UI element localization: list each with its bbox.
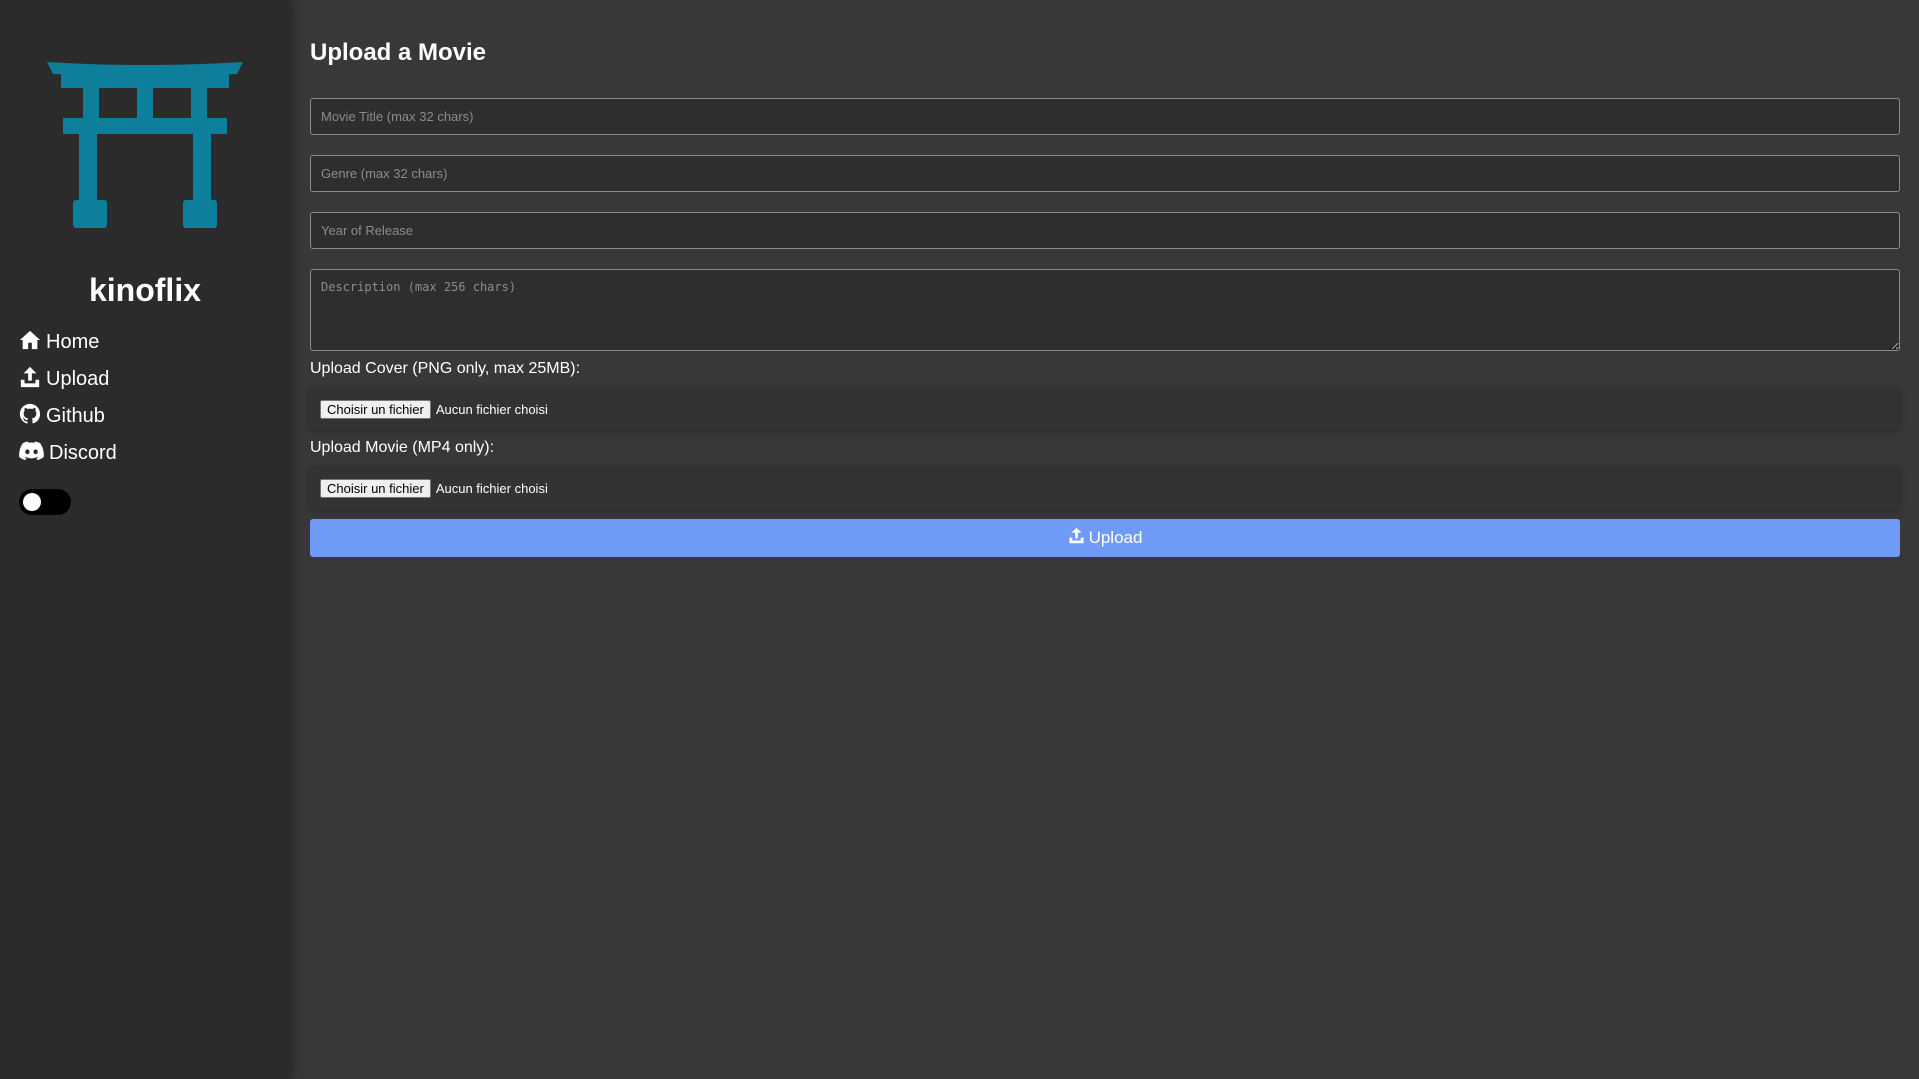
sidebar-item-home[interactable]: Home: [19, 324, 117, 361]
description-textarea[interactable]: [310, 269, 1900, 351]
sidebar-item-upload[interactable]: Upload: [19, 361, 117, 398]
github-icon: [19, 403, 46, 431]
sidebar: kinoflix Home Upload Github Discord: [0, 0, 290, 1079]
brand-name: kinoflix: [88, 272, 201, 308]
cover-file-input: Choisir un fichier Aucun fichier choisi: [310, 388, 1900, 430]
cover-choose-file-button[interactable]: Choisir un fichier: [320, 399, 431, 419]
discord-icon: [19, 440, 49, 468]
sidebar-item-label: Upload: [46, 368, 110, 390]
sidebar-item-label: Home: [46, 331, 100, 353]
home-icon: [19, 329, 46, 357]
cover-upload-label: Upload Cover (PNG only, max 25MB):: [310, 360, 581, 377]
year-input[interactable]: [310, 212, 1900, 249]
movie-file-input: Choisir un fichier Aucun fichier choisi: [310, 467, 1900, 509]
theme-toggle[interactable]: [19, 489, 71, 515]
sidebar-nav: Home Upload Github Discord: [19, 324, 117, 472]
sidebar-item-label: Github: [46, 405, 105, 427]
sidebar-item-label: Discord: [49, 442, 117, 464]
toggle-knob: [23, 493, 41, 511]
genre-input[interactable]: [310, 155, 1900, 192]
upload-submit-label: Upload: [1088, 528, 1143, 547]
upload-icon: [19, 366, 46, 394]
movie-choose-file-button[interactable]: Choisir un fichier: [320, 478, 431, 498]
sidebar-item-github[interactable]: Github: [19, 398, 117, 435]
upload-submit-button[interactable]: Upload: [310, 519, 1900, 557]
torii-gate-logo: [45, 58, 245, 230]
movie-upload-label: Upload Movie (MP4 only):: [310, 439, 495, 456]
page-title: Upload a Movie: [310, 39, 487, 66]
cover-file-status: Aucun fichier choisi: [435, 401, 548, 417]
sidebar-item-discord[interactable]: Discord: [19, 435, 117, 472]
torii-gate-icon: [47, 62, 243, 228]
upload-icon: [1068, 527, 1089, 549]
movie-title-input[interactable]: [310, 98, 1900, 135]
movie-file-status: Aucun fichier choisi: [435, 480, 548, 496]
